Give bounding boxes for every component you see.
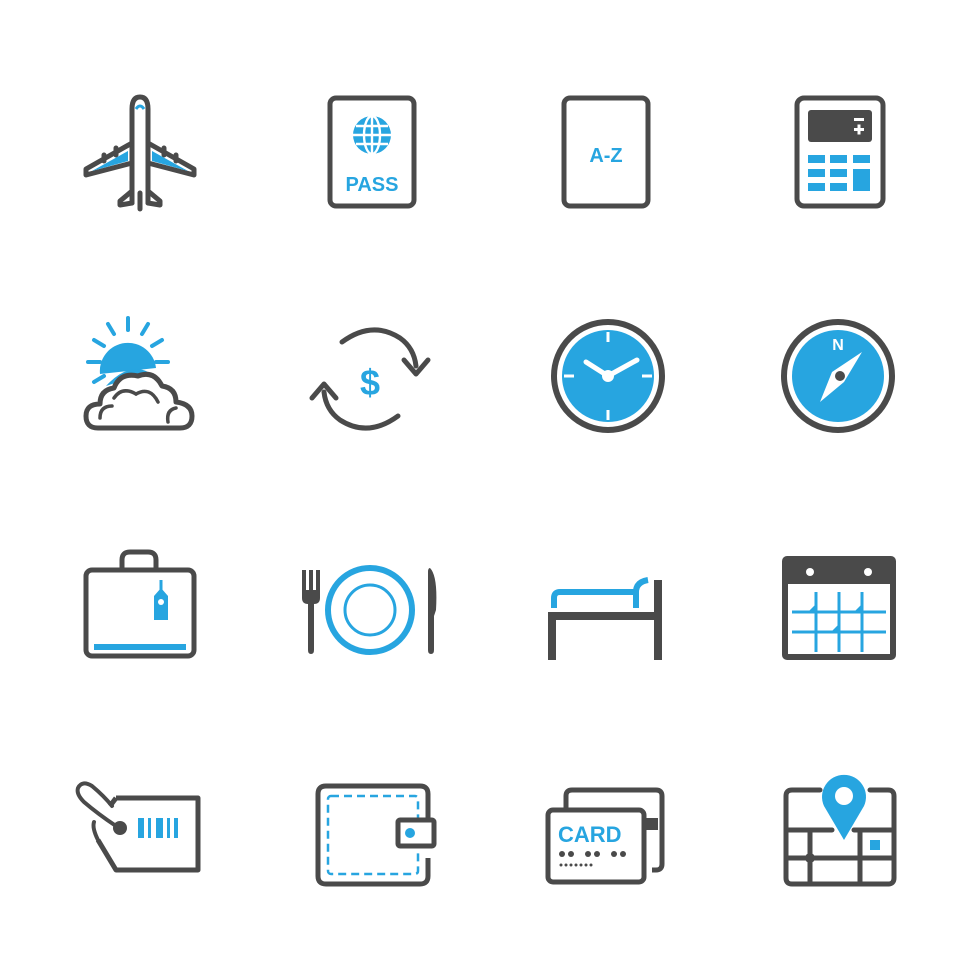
passport-label: PASS <box>346 174 399 196</box>
clock-icon <box>540 310 680 450</box>
luggage-icon <box>70 540 210 680</box>
icon-grid: PASS A-Z $ N CARD <box>0 0 980 980</box>
currency-symbol: $ <box>360 362 380 403</box>
dictionary-label: A-Z <box>589 145 622 167</box>
wallet-icon <box>300 770 440 910</box>
calculator-icon <box>770 85 910 225</box>
hotel-bed-icon <box>530 540 670 680</box>
luggage-tag-icon <box>70 770 210 910</box>
currency-exchange-icon: $ <box>300 310 440 450</box>
passport-icon: PASS <box>300 85 440 225</box>
dictionary-icon: A-Z <box>530 85 670 225</box>
credit-card-icon: CARD <box>530 770 670 910</box>
restaurant-icon <box>300 540 440 680</box>
calendar-icon <box>770 540 910 680</box>
compass-icon: N <box>770 310 910 450</box>
compass-north-label: N <box>832 337 844 354</box>
weather-icon <box>70 310 210 450</box>
card-label: CARD <box>558 822 622 847</box>
map-location-icon <box>770 770 910 910</box>
airplane-icon <box>70 85 210 225</box>
